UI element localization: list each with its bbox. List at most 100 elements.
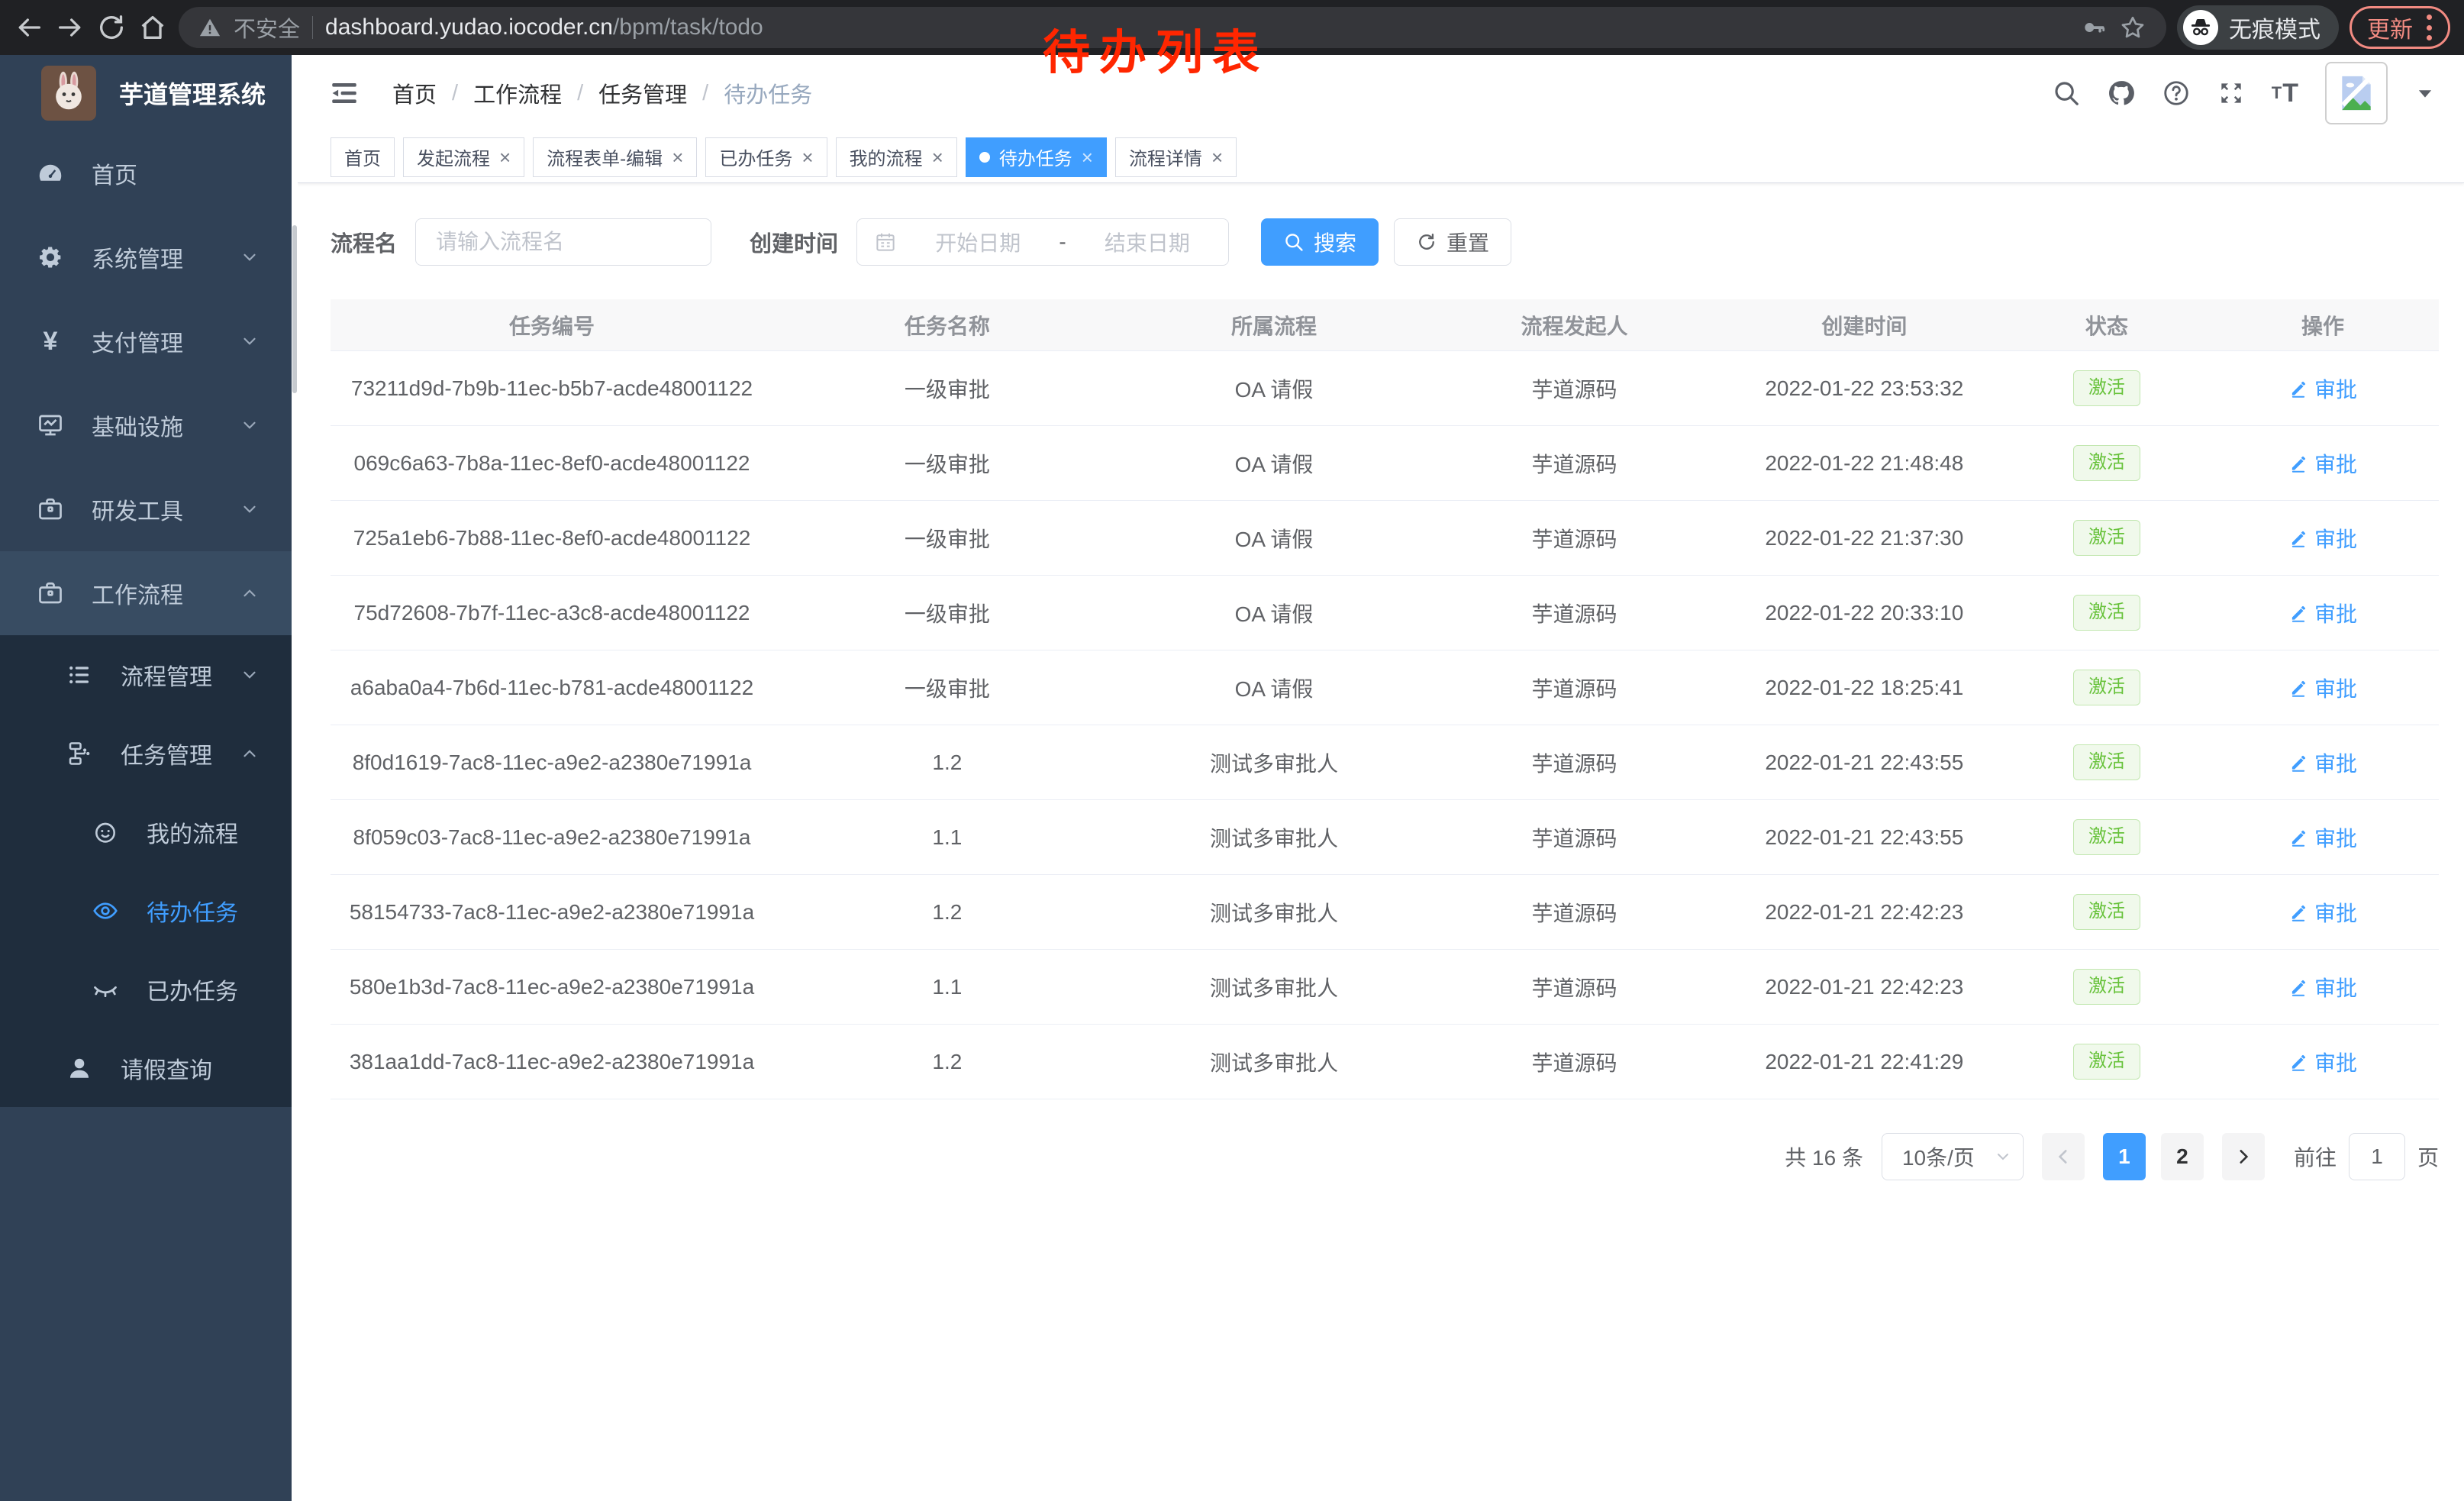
chevron-down-icon bbox=[1994, 1148, 2012, 1166]
tab-流程表单-编辑[interactable]: 流程表单-编辑 × bbox=[533, 137, 697, 177]
search-icon[interactable] bbox=[2052, 79, 2081, 108]
sidebar-scrollbar-thumb[interactable] bbox=[292, 225, 297, 393]
close-icon[interactable]: × bbox=[1082, 147, 1093, 167]
start-date-placeholder[interactable]: 开始日期 bbox=[914, 227, 1042, 257]
approve-link[interactable]: 审批 bbox=[2288, 1047, 2357, 1077]
security-label[interactable]: 不安全 bbox=[234, 11, 300, 44]
page-size-select[interactable]: 10条/页 bbox=[1882, 1133, 2024, 1180]
approve-link[interactable]: 审批 bbox=[2288, 822, 2357, 853]
approve-link[interactable]: 审批 bbox=[2288, 673, 2357, 703]
approve-label: 审批 bbox=[2314, 747, 2357, 778]
status-badge: 激活 bbox=[2073, 370, 2140, 405]
cell-created-time: 2022-01-21 22:43:55 bbox=[1722, 825, 2007, 850]
cell-task-name: 一级审批 bbox=[773, 598, 1121, 628]
task-table: 任务编号任务名称所属流程流程发起人创建时间状态操作 73211d9d-7b9b-… bbox=[331, 299, 2439, 1099]
end-date-placeholder[interactable]: 结束日期 bbox=[1083, 227, 1211, 257]
approve-link[interactable]: 审批 bbox=[2288, 598, 2357, 628]
status-badge: 激活 bbox=[2073, 819, 2140, 854]
search-button[interactable]: 搜索 bbox=[1261, 218, 1379, 266]
sidebar-item-首页[interactable]: 首页 bbox=[0, 131, 292, 215]
bookmark-star-icon[interactable] bbox=[2119, 14, 2146, 41]
breadcrumb-item-工作流程[interactable]: 工作流程 bbox=[473, 77, 562, 109]
sidebar-item-任务管理[interactable]: 任务管理 bbox=[0, 714, 292, 792]
edit-pencil-icon bbox=[2288, 528, 2308, 548]
github-icon[interactable] bbox=[2107, 79, 2136, 108]
approve-label: 审批 bbox=[2314, 972, 2357, 1002]
cell-task-id: 725a1eb6-7b88-11ec-8ef0-acde48001122 bbox=[331, 526, 773, 550]
sidebar-item-基础设施[interactable]: 基础设施 bbox=[0, 383, 292, 467]
page-number-1[interactable]: 1 bbox=[2103, 1133, 2146, 1180]
browser-update-button[interactable]: 更新 bbox=[2350, 6, 2450, 49]
tab-label: 流程表单-编辑 bbox=[547, 144, 663, 170]
close-icon[interactable]: × bbox=[499, 147, 511, 167]
back-icon[interactable] bbox=[14, 12, 44, 43]
process-name-label: 流程名 bbox=[331, 226, 397, 258]
forward-icon[interactable] bbox=[55, 12, 85, 43]
caret-down-icon[interactable] bbox=[2414, 82, 2437, 105]
hamburger-icon[interactable] bbox=[328, 77, 360, 109]
close-icon[interactable]: × bbox=[801, 147, 813, 167]
tree-icon bbox=[66, 740, 93, 767]
cell-starter: 芋道源码 bbox=[1427, 373, 1722, 404]
approve-link[interactable]: 审批 bbox=[2288, 448, 2357, 479]
approve-label: 审批 bbox=[2314, 1047, 2357, 1077]
sidebar-item-研发工具[interactable]: 研发工具 bbox=[0, 467, 292, 551]
cell-starter: 芋道源码 bbox=[1427, 448, 1722, 479]
help-icon[interactable] bbox=[2162, 79, 2191, 108]
fullscreen-icon[interactable] bbox=[2217, 79, 2246, 108]
approve-link[interactable]: 审批 bbox=[2288, 972, 2357, 1002]
page-number-2[interactable]: 2 bbox=[2161, 1133, 2204, 1180]
next-page-button[interactable] bbox=[2222, 1133, 2265, 1180]
close-icon[interactable]: × bbox=[1211, 147, 1223, 167]
cell-created-time: 2022-01-22 23:53:32 bbox=[1722, 376, 2007, 401]
approve-link[interactable]: 审批 bbox=[2288, 747, 2357, 778]
date-range-picker[interactable]: 开始日期 - 结束日期 bbox=[856, 218, 1229, 266]
sidebar-item-我的流程[interactable]: 我的流程 bbox=[0, 792, 292, 871]
sidebar-item-系统管理[interactable]: 系统管理 bbox=[0, 215, 292, 299]
close-icon[interactable]: × bbox=[932, 147, 943, 167]
sidebar-item-流程管理[interactable]: 流程管理 bbox=[0, 635, 292, 714]
tab-我的流程[interactable]: 我的流程× bbox=[836, 137, 957, 177]
cell-process: 测试多审批人 bbox=[1121, 822, 1427, 853]
password-key-icon[interactable] bbox=[2081, 15, 2107, 40]
edit-pencil-icon bbox=[2288, 828, 2308, 847]
breadcrumb-item-首页[interactable]: 首页 bbox=[392, 77, 437, 109]
red-annotation: 待办列表 bbox=[1043, 14, 1269, 82]
approve-link[interactable]: 审批 bbox=[2288, 523, 2357, 554]
approve-link[interactable]: 审批 bbox=[2288, 373, 2357, 404]
url-text[interactable]: dashboard.yudao.iocoder.cn/bpm/task/todo bbox=[325, 15, 763, 40]
monitor-icon bbox=[37, 412, 64, 439]
reload-icon[interactable] bbox=[96, 12, 127, 43]
approve-link[interactable]: 审批 bbox=[2288, 897, 2357, 928]
breadcrumb-item-任务管理[interactable]: 任务管理 bbox=[598, 77, 687, 109]
cell-status: 激活 bbox=[2007, 445, 2207, 480]
tab-待办任务[interactable]: 待办任务× bbox=[966, 137, 1107, 177]
tab-发起流程[interactable]: 发起流程× bbox=[403, 137, 524, 177]
sidebar-logo[interactable]: 芋道管理系统 bbox=[0, 55, 292, 131]
process-name-input[interactable] bbox=[415, 218, 711, 266]
close-icon[interactable]: × bbox=[672, 147, 683, 167]
tab-已办任务[interactable]: 已办任务× bbox=[705, 137, 827, 177]
home-icon[interactable] bbox=[137, 12, 168, 43]
sidebar-item-工作流程[interactable]: 工作流程 bbox=[0, 551, 292, 635]
status-badge: 激活 bbox=[2073, 445, 2140, 480]
avatar[interactable] bbox=[2325, 62, 2388, 124]
edit-pencil-icon bbox=[2288, 902, 2308, 922]
sidebar-item-待办任务[interactable]: 待办任务 bbox=[0, 871, 292, 950]
breadcrumb-separator: / bbox=[577, 81, 583, 106]
sidebar-item-请假查询[interactable]: 请假查询 bbox=[0, 1028, 292, 1107]
edit-pencil-icon bbox=[2288, 977, 2308, 997]
tab-流程详情[interactable]: 流程详情× bbox=[1115, 137, 1237, 177]
prev-page-button[interactable] bbox=[2042, 1133, 2085, 1180]
reset-button[interactable]: 重置 bbox=[1394, 218, 1511, 266]
browser-menu-icon[interactable] bbox=[2425, 15, 2433, 40]
not-secure-warning-icon bbox=[198, 16, 221, 39]
sidebar-item-已办任务[interactable]: 已办任务 bbox=[0, 950, 292, 1028]
font-size-icon[interactable]: TT bbox=[2272, 79, 2299, 108]
goto-page-input[interactable] bbox=[2349, 1133, 2405, 1180]
face-icon bbox=[92, 818, 119, 846]
status-badge: 激活 bbox=[2073, 1044, 2140, 1079]
cell-status: 激活 bbox=[2007, 819, 2207, 854]
tab-首页[interactable]: 首页 bbox=[331, 137, 395, 177]
sidebar-item-支付管理[interactable]: ¥支付管理 bbox=[0, 299, 292, 383]
